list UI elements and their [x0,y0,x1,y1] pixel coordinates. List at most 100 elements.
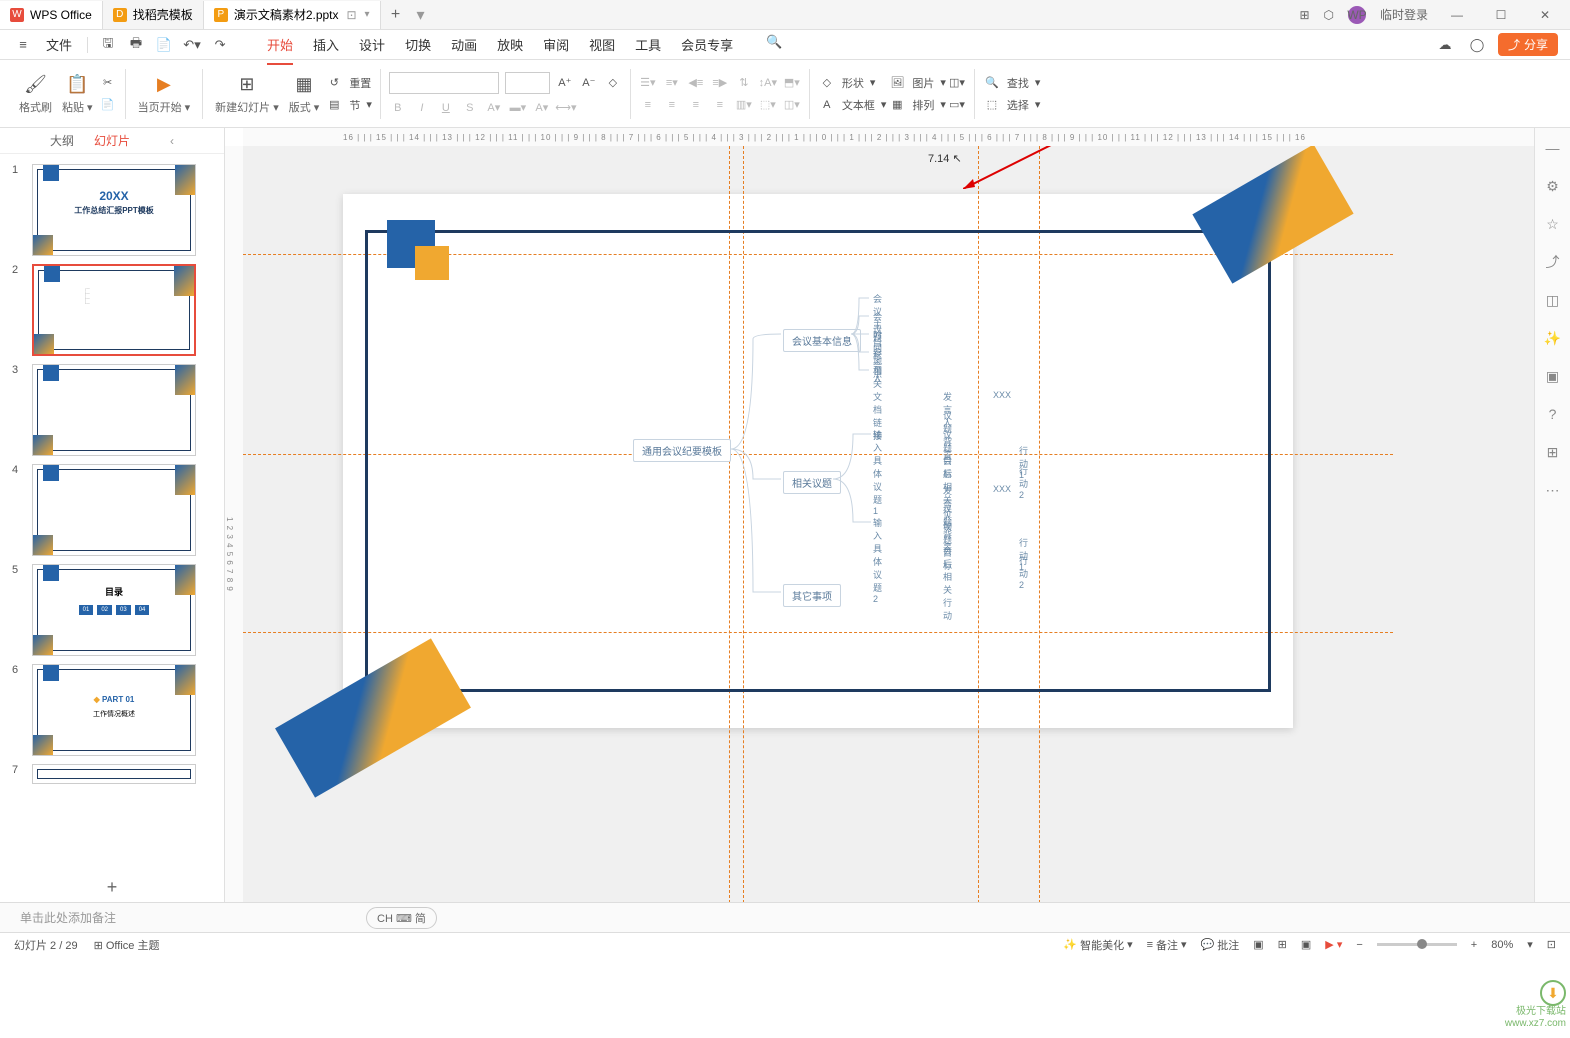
zoom-in-icon[interactable]: + [1471,939,1477,951]
fill-button[interactable]: ◫▾ [948,75,966,91]
tab-tools[interactable]: 工具 [635,31,661,58]
tab-insert[interactable]: 插入 [313,31,339,58]
tab-slideshow[interactable]: 放映 [497,31,523,58]
numbering-icon[interactable]: ≡▾ [663,75,681,91]
reset-button[interactable]: ↺重置 [325,75,372,91]
clear-format-icon[interactable]: ◇ [604,75,622,91]
align-left-icon[interactable]: ≡ [639,97,657,113]
magic-icon[interactable]: ✨ [1543,328,1563,348]
copy-button[interactable]: 📄 [99,97,117,113]
collapse-icon[interactable]: ‹ [170,134,174,148]
star-icon[interactable]: ☆ [1543,214,1563,234]
select-button[interactable]: ⬚选择 ▾ [983,97,1041,113]
notes-bar[interactable]: 单击此处添加备注 CH ⌨ 简 [0,902,1570,932]
start-slideshow-button[interactable]: ▶当页开始 ▾ [134,71,195,117]
thumb-3[interactable] [32,364,196,456]
find-button[interactable]: 🔍查找 ▾ [983,75,1041,91]
beautify-button[interactable]: ✨ 智能美化 ▾ [1063,937,1132,953]
view-reading-icon[interactable]: ▣ [1301,938,1311,951]
file-menu[interactable]: 文件 [40,35,78,54]
new-tab-button[interactable]: + [381,6,411,24]
dec-font-icon[interactable]: A⁻ [580,75,598,91]
share-button[interactable]: ⤴ 分享 [1498,33,1558,56]
menu-icon[interactable]: ≡ [12,34,34,56]
tab-view[interactable]: 视图 [589,31,615,58]
tools-icon[interactable]: ⊞ [1543,442,1563,462]
bullets-icon[interactable]: ☰▾ [639,75,657,91]
line-space-icon[interactable]: ⇅ [735,75,753,91]
paste-button[interactable]: 📋粘贴 ▾ [58,71,97,117]
tab-animation[interactable]: 动画 [451,31,477,58]
align-justify-icon[interactable]: ≡ [711,97,729,113]
font-effect-icon[interactable]: A▾ [533,100,551,116]
indent-left-icon[interactable]: ◀≡ [687,75,705,91]
preview-icon[interactable]: 📄 [153,34,175,56]
dropdown-icon[interactable]: ▾ [365,9,370,20]
search-icon[interactable]: 🔍 [763,31,785,53]
slide-editor[interactable]: 7.14 ↖ 通用会议纪要模板 会议基本信息 相关议题 其它事项 会议主题 会议… [243,146,1570,902]
minus-icon[interactable]: — [1543,138,1563,158]
strike-icon[interactable]: S [461,100,479,116]
section-button[interactable]: ▤节 ▾ [325,97,372,113]
view-normal-icon[interactable]: ▣ [1253,938,1263,951]
share-icon[interactable]: ⤴ [1543,252,1563,272]
notes-button[interactable]: ≡ 备注 ▾ [1147,937,1187,953]
underline-icon[interactable]: U [437,100,455,116]
save-icon[interactable]: 🖫 [97,34,119,56]
thumb-2[interactable]: ┌─├─├─└─ [32,264,196,356]
outline-tab[interactable]: 大纲 [50,132,74,149]
tab-wps[interactable]: W WPS Office [0,1,103,29]
minimize-button[interactable]: — [1442,1,1472,29]
media-icon[interactable]: ▣ [1543,366,1563,386]
zoom-dropdown-icon[interactable]: ▾ [1527,938,1533,951]
format-brush-button[interactable]: 🖌格式刷 [15,71,56,117]
slide[interactable]: 7.14 ↖ 通用会议纪要模板 会议基本信息 相关议题 其它事项 会议主题 会议… [343,194,1293,728]
close-icon[interactable]: ⊡ [345,8,359,22]
view-play-icon[interactable]: ▶ ▾ [1325,938,1342,951]
ime-indicator[interactable]: CH ⌨ 简 [366,907,437,929]
arrange-button[interactable]: ▦排列 ▾ [888,97,946,113]
font-select[interactable] [389,72,499,94]
thumb-1[interactable]: 20XX工作总结汇报PPT模板 [32,164,196,256]
highlight-icon[interactable]: ▬▾ [509,100,527,116]
smartart-icon[interactable]: ◫▾ [783,97,801,113]
textbox-button[interactable]: A文本框 ▾ [818,97,887,113]
maximize-button[interactable]: ☐ [1486,1,1516,29]
picture-button[interactable]: 🖼图片 ▾ [888,75,946,91]
indent-right-icon[interactable]: ≡▶ [711,75,729,91]
spacing-icon[interactable]: ⟷▾ [557,100,575,116]
help-icon[interactable]: ? [1543,404,1563,424]
redo-icon[interactable]: ↷ [209,34,231,56]
thumb-6[interactable]: ◆ PART 01工作情况概述 [32,664,196,756]
cloud-icon[interactable]: ☁ [1434,34,1456,56]
tab-member[interactable]: 会员专享 [681,31,733,58]
grid-icon[interactable]: ⊞ [1299,8,1309,22]
view-sorter-icon[interactable]: ⊞ [1278,938,1287,951]
tab-transition[interactable]: 切换 [405,31,431,58]
more-icon[interactable]: ⋯ [1543,480,1563,500]
italic-icon[interactable]: I [413,100,431,116]
login-label[interactable]: 临时登录 [1380,6,1428,23]
cube-icon[interactable]: ⬡ [1324,8,1334,22]
zoom-value[interactable]: 80% [1491,939,1513,951]
zoom-slider[interactable] [1377,943,1457,946]
thumbnails[interactable]: 120XX工作总结汇报PPT模板 2┌─├─├─└─ 3 4 5目录010203… [0,154,224,872]
text-dir-icon[interactable]: ↕A▾ [759,75,777,91]
help-icon[interactable]: ◯ [1466,34,1488,56]
settings-icon[interactable]: ⚙ [1543,176,1563,196]
tab-template[interactable]: D 找稻壳模板 [103,1,204,29]
tab-review[interactable]: 审阅 [543,31,569,58]
thumb-4[interactable] [32,464,196,556]
align-center-icon[interactable]: ≡ [663,97,681,113]
bold-icon[interactable]: B [389,100,407,116]
tab-document[interactable]: P 演示文稿素材2.pptx ⊡ ▾ [204,1,381,29]
thumb-7[interactable] [32,764,196,784]
size-select[interactable] [505,72,550,94]
inc-font-icon[interactable]: A⁺ [556,75,574,91]
ruler-vertical[interactable]: 1 2 3 4 5 6 7 8 9 [225,146,243,902]
layers-icon[interactable]: ◫ [1543,290,1563,310]
convert-icon[interactable]: ⬚▾ [759,97,777,113]
outline-button[interactable]: ▭▾ [948,97,966,113]
zoom-out-icon[interactable]: − [1356,939,1362,951]
thumb-5[interactable]: 目录01020304 [32,564,196,656]
